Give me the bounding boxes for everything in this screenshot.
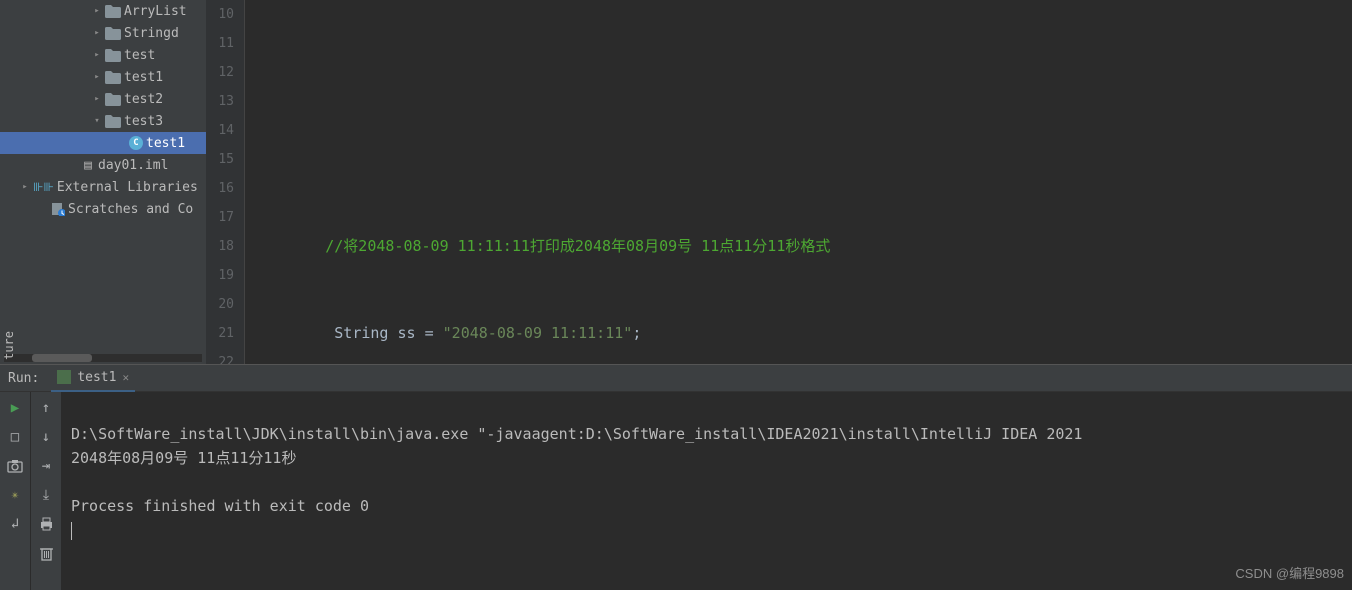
tree-item-label: External Libraries bbox=[57, 180, 198, 195]
run-panel: Run: test1 ✕ ▶ □ ✴ ↲ ↑ ↓ ⇥ ⤓ D:\SoftWare… bbox=[0, 364, 1352, 590]
tree-item-test1[interactable]: ▸ test1 bbox=[0, 66, 206, 88]
up-arrow-icon[interactable]: ↑ bbox=[36, 398, 56, 418]
tree-item-test2[interactable]: ▸ test2 bbox=[0, 88, 206, 110]
line-number[interactable]: 17 bbox=[206, 203, 244, 232]
scratches-icon bbox=[51, 202, 65, 216]
wrap-icon[interactable]: ⇥ bbox=[36, 456, 56, 476]
editor-gutter: 10111213141516171819202122 bbox=[206, 0, 245, 364]
tree-item-test[interactable]: ▸ test bbox=[0, 44, 206, 66]
expand-arrow-icon[interactable]: ▸ bbox=[92, 94, 102, 104]
sidebar-scrollbar[interactable] bbox=[4, 354, 202, 362]
tree-item-label: test1 bbox=[146, 136, 185, 151]
tree-item-label: day01.iml bbox=[98, 158, 168, 173]
line-number[interactable]: 19 bbox=[206, 261, 244, 290]
tree-item-label: Stringd bbox=[124, 26, 179, 41]
stop-icon[interactable]: □ bbox=[5, 427, 25, 447]
folder-icon bbox=[105, 4, 121, 18]
folder-icon bbox=[105, 26, 121, 40]
tree-item-label: test bbox=[124, 48, 155, 63]
tree-item-test3[interactable]: ▾ test3 bbox=[0, 110, 206, 132]
side-tab-label[interactable]: ture bbox=[0, 327, 18, 364]
expand-arrow-icon[interactable]: ▸ bbox=[92, 28, 102, 38]
tree-item-label: test1 bbox=[124, 70, 163, 85]
folder-icon bbox=[105, 48, 121, 62]
tree-item-test1[interactable]: Ctest1 bbox=[0, 132, 206, 154]
scroll-icon[interactable]: ⤓ bbox=[36, 485, 56, 505]
watermark: CSDN @编程9898 bbox=[1235, 562, 1344, 586]
trash-icon[interactable] bbox=[36, 543, 56, 563]
console-line: 2048年08月09号 11点11分11秒 bbox=[71, 449, 296, 467]
line-number[interactable]: 14 bbox=[206, 116, 244, 145]
line-number[interactable]: 18 bbox=[206, 232, 244, 261]
iml-icon: ▤ bbox=[81, 158, 95, 172]
line-number[interactable]: 16 bbox=[206, 174, 244, 203]
project-tree[interactable]: ▸ ArryList ▸ Stringd ▸ test ▸ test1 ▸ test2 ▾ test3… bbox=[0, 0, 206, 352]
tree-item-stringd[interactable]: ▸ Stringd bbox=[0, 22, 206, 44]
folder-icon bbox=[105, 70, 121, 84]
exit-icon[interactable]: ↲ bbox=[5, 514, 25, 534]
line-number[interactable]: 12 bbox=[206, 58, 244, 87]
line-number[interactable]: 11 bbox=[206, 29, 244, 58]
tree-item-day01-iml[interactable]: ▤day01.iml bbox=[0, 154, 206, 176]
console-line: Process finished with exit code 0 bbox=[71, 497, 369, 515]
down-arrow-icon[interactable]: ↓ bbox=[36, 427, 56, 447]
library-icon: ⊪⊪ bbox=[33, 180, 54, 195]
code-comment: //将2048-08-09 11:11:11打印成2048年08月09号 11点… bbox=[325, 237, 830, 255]
print-icon[interactable] bbox=[36, 514, 56, 534]
console-output[interactable]: D:\SoftWare_install\JDK\install\bin\java… bbox=[61, 392, 1352, 590]
expand-arrow-icon[interactable]: ▸ bbox=[92, 6, 102, 16]
run-label: Run: bbox=[8, 371, 39, 386]
tree-item-scratches-and-co[interactable]: Scratches and Co bbox=[0, 198, 206, 220]
code-string: "2048-08-09 11:11:11" bbox=[443, 324, 633, 342]
line-number[interactable]: 21 bbox=[206, 319, 244, 348]
cursor bbox=[71, 522, 72, 540]
bug-icon[interactable]: ✴ bbox=[5, 485, 25, 505]
console-line: D:\SoftWare_install\JDK\install\bin\java… bbox=[71, 425, 1082, 443]
line-number[interactable]: 10 bbox=[206, 0, 244, 29]
run-header: Run: test1 ✕ bbox=[0, 365, 1352, 392]
rerun-icon[interactable]: ▶ bbox=[5, 398, 25, 418]
tree-item-arrylist[interactable]: ▸ ArryList bbox=[0, 0, 206, 22]
java-class-icon: C bbox=[129, 136, 143, 150]
line-number[interactable]: 15 bbox=[206, 145, 244, 174]
tab-icon bbox=[57, 370, 71, 384]
line-number[interactable]: 20 bbox=[206, 290, 244, 319]
expand-arrow-icon[interactable]: ▾ bbox=[92, 116, 102, 126]
tree-item-label: test2 bbox=[124, 92, 163, 107]
code-text: String ss = bbox=[334, 324, 442, 342]
folder-icon bbox=[105, 114, 121, 128]
run-tab-label: test1 bbox=[77, 370, 116, 385]
expand-arrow-icon[interactable]: ▸ bbox=[92, 72, 102, 82]
folder-icon bbox=[105, 92, 121, 106]
tree-item-label: test3 bbox=[124, 114, 163, 129]
run-tab[interactable]: test1 ✕ bbox=[51, 364, 135, 392]
code-editor[interactable]: //将2048-08-09 11:11:11打印成2048年08月09号 11点… bbox=[245, 0, 1352, 364]
expand-arrow-icon[interactable]: ▸ bbox=[92, 50, 102, 60]
run-toolbar-right: ↑ ↓ ⇥ ⤓ bbox=[30, 392, 61, 590]
close-icon[interactable]: ✕ bbox=[122, 371, 129, 384]
tree-item-external-libraries[interactable]: ▸⊪⊪External Libraries bbox=[0, 176, 206, 198]
expand-arrow-icon[interactable]: ▸ bbox=[20, 182, 30, 192]
tree-item-label: ArryList bbox=[124, 4, 187, 19]
camera-icon[interactable] bbox=[5, 456, 25, 476]
project-sidebar: ▸ ArryList ▸ Stringd ▸ test ▸ test1 ▸ test2 ▾ test3… bbox=[0, 0, 206, 364]
line-number[interactable]: 13 bbox=[206, 87, 244, 116]
tree-item-label: Scratches and Co bbox=[68, 202, 193, 217]
run-toolbar-left: ▶ □ ✴ ↲ bbox=[0, 392, 30, 590]
